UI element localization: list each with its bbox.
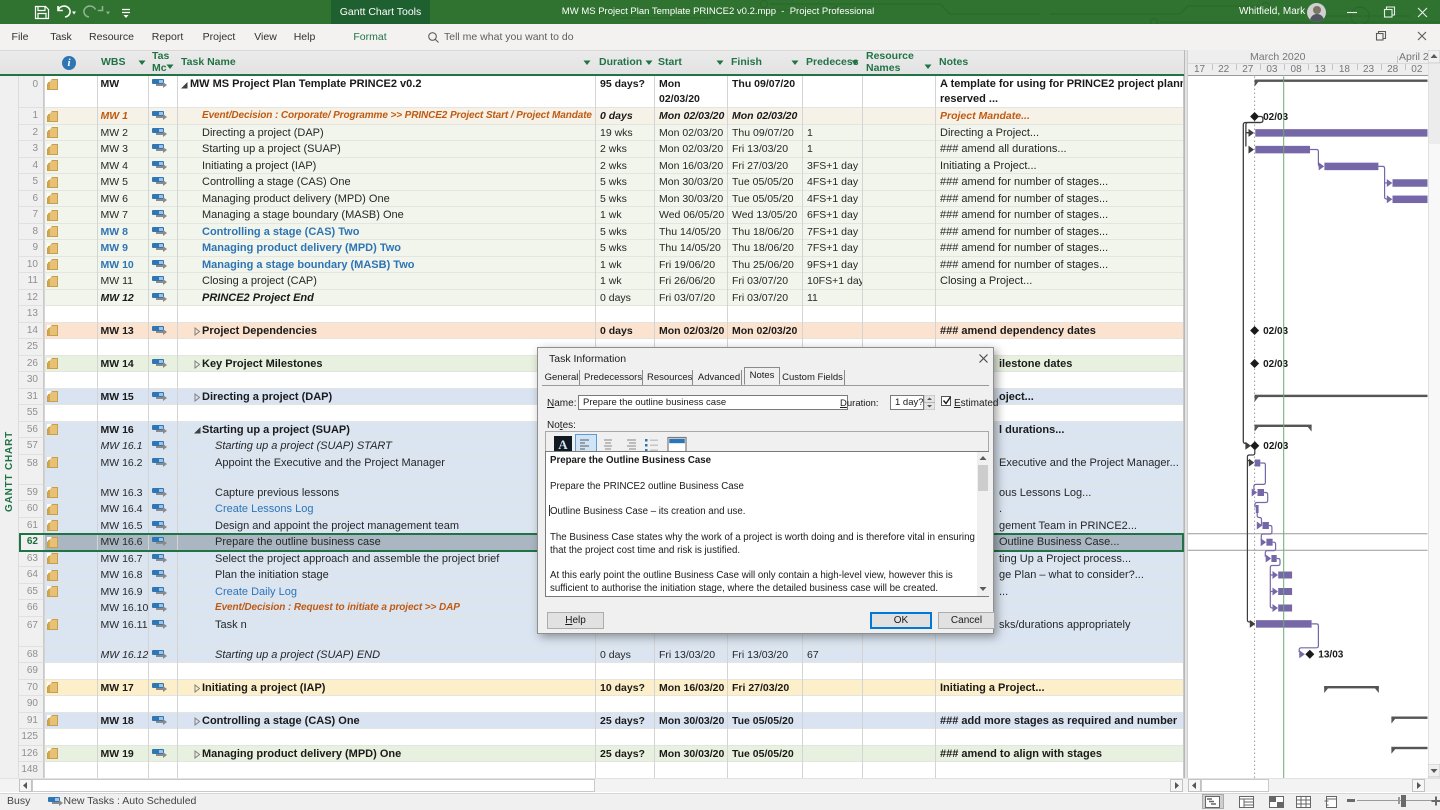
svg-text:02/03: 02/03	[1263, 112, 1288, 123]
svg-text:02/03: 02/03	[1263, 359, 1288, 370]
svg-text:02/03: 02/03	[1263, 441, 1288, 452]
svg-text:02/03: 02/03	[1263, 326, 1288, 337]
svg-text:13/03: 13/03	[1318, 650, 1343, 661]
